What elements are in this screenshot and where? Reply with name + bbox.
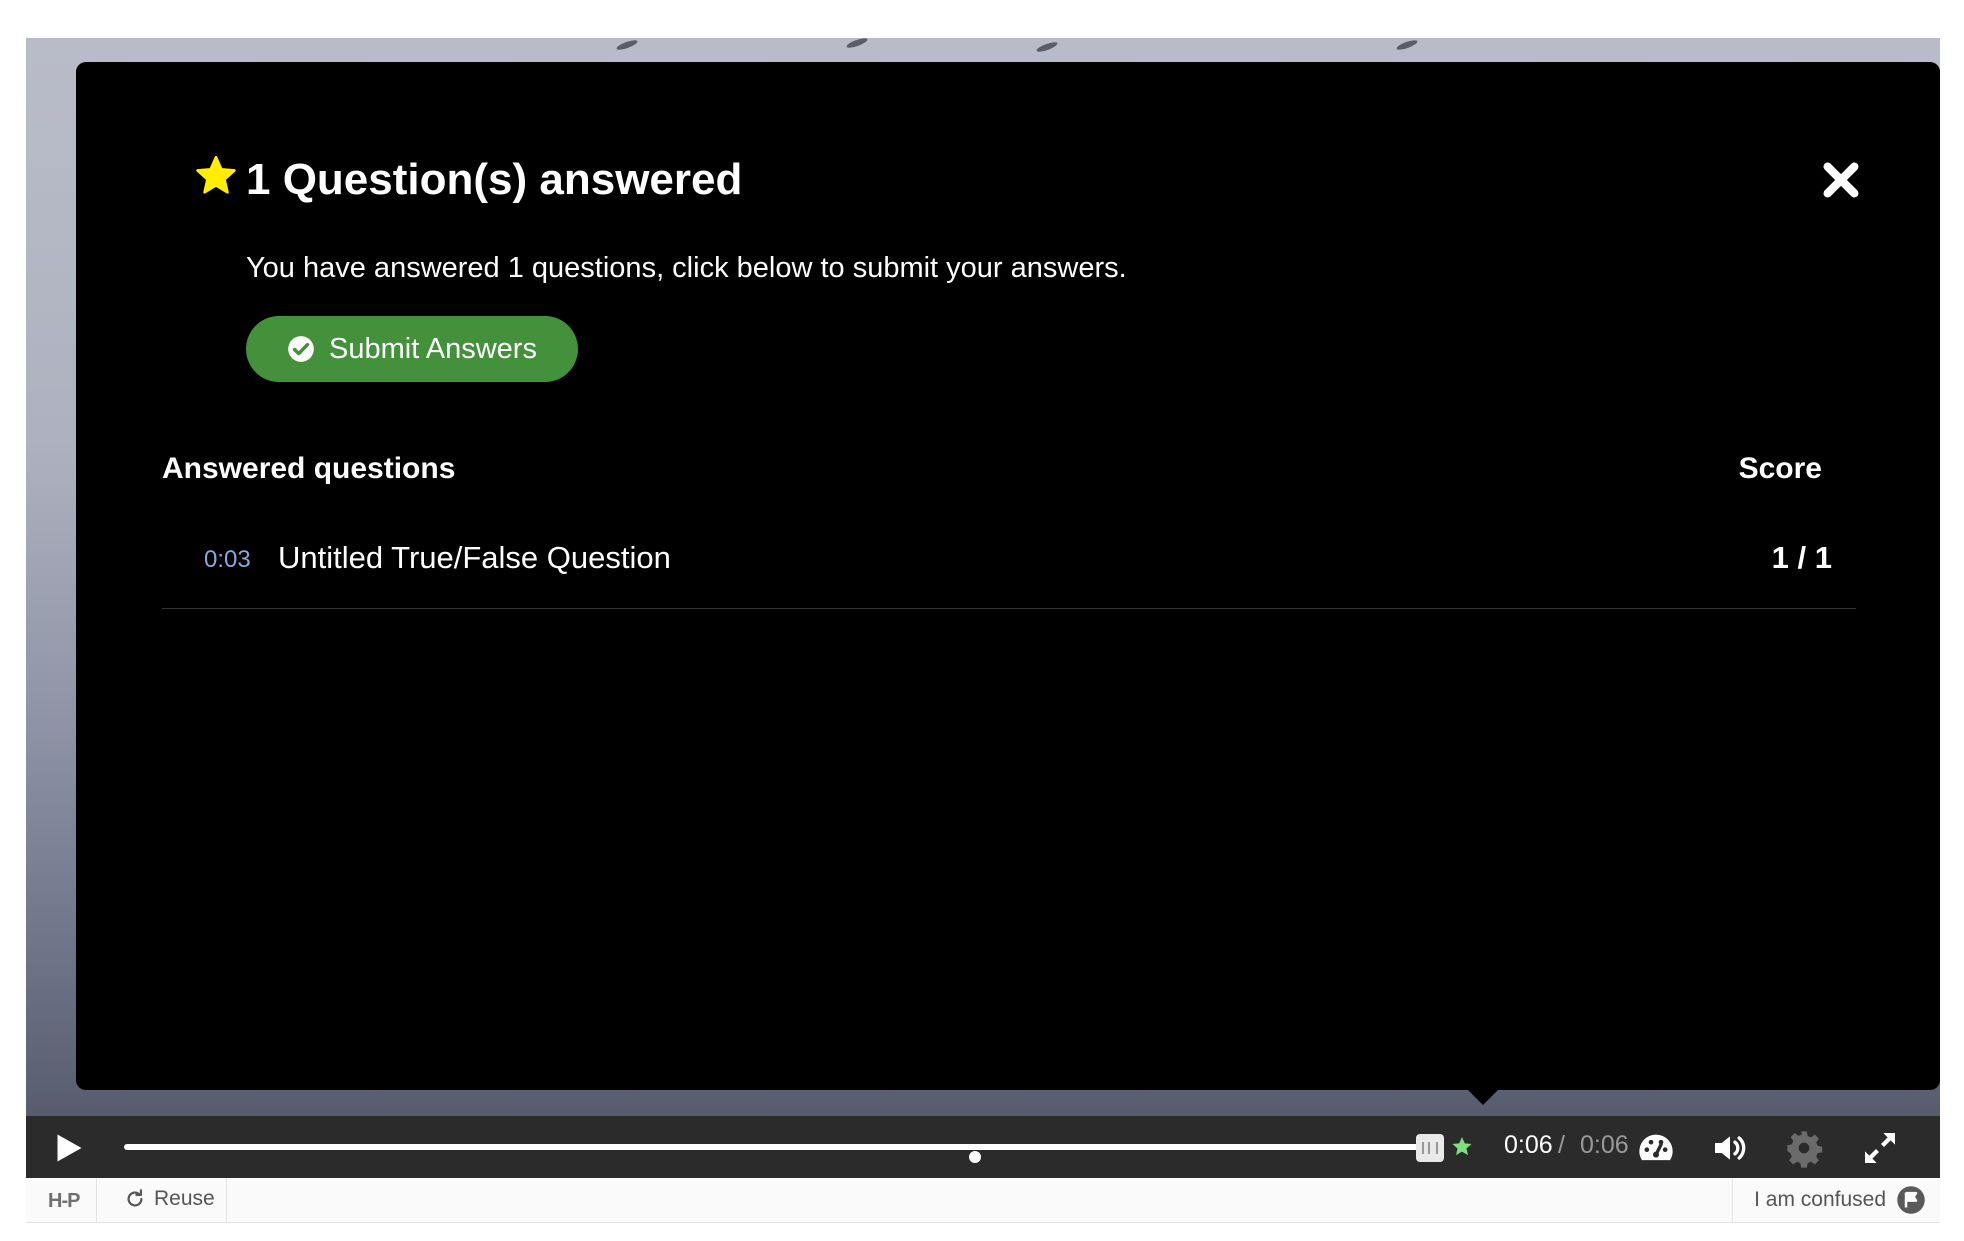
table-row: 0:03 Untitled True/False Question 1 / 1	[162, 522, 1856, 609]
background-bird	[845, 38, 869, 50]
end-summary-star-icon[interactable]	[1446, 1131, 1478, 1163]
flag-icon	[1897, 1186, 1925, 1214]
volume-icon[interactable]	[1710, 1128, 1750, 1168]
footer-divider	[226, 1178, 227, 1222]
grip-icon	[1422, 1142, 1438, 1154]
time-separator: /	[1558, 1131, 1565, 1159]
submit-answers-button[interactable]: Submit Answers	[246, 316, 578, 382]
check-circle-icon	[288, 336, 314, 362]
h5p-footer: H-P Reuse I am confused	[26, 1178, 1940, 1223]
footer-divider	[96, 1178, 97, 1222]
gear-icon[interactable]	[1784, 1128, 1824, 1168]
i-am-confused-button[interactable]: I am confused	[1754, 1185, 1926, 1215]
question-title: Untitled True/False Question	[278, 540, 671, 575]
close-icon[interactable]	[1821, 160, 1861, 200]
score-header: Score	[1738, 452, 1822, 485]
reuse-button[interactable]: Reuse	[124, 1187, 215, 1211]
h5p-logo: H-P	[48, 1190, 80, 1212]
answered-questions-header: Answered questions	[162, 452, 456, 485]
i-am-confused-label: I am confused	[1754, 1188, 1886, 1211]
question-timestamp-link[interactable]: 0:03	[204, 546, 251, 574]
background-bird	[1395, 38, 1419, 52]
seek-bar[interactable]	[124, 1144, 1424, 1163]
popup-title: 1 Question(s) answered	[246, 155, 743, 204]
background-bird	[615, 38, 639, 52]
reuse-label: Reuse	[154, 1187, 215, 1210]
duration-time: 0:06	[1580, 1131, 1629, 1159]
popup-pointer-arrow	[1466, 1088, 1500, 1105]
fullscreen-icon[interactable]	[1860, 1128, 1900, 1168]
question-score: 1 / 1	[1771, 540, 1832, 575]
star-icon	[196, 155, 236, 194]
interactive-summary-popup: 1 Question(s) answered You have answered…	[76, 62, 1940, 1090]
seek-handle[interactable]	[1416, 1134, 1444, 1162]
current-time: 0:06	[1504, 1131, 1553, 1159]
submit-answers-label: Submit Answers	[329, 332, 537, 365]
play-icon[interactable]	[50, 1130, 86, 1166]
video-controls-bar: 0:06 / 0:06	[26, 1116, 1940, 1178]
popup-description: You have answered 1 questions, click bel…	[246, 252, 1127, 284]
footer-divider	[1732, 1178, 1733, 1222]
background-bird	[1035, 40, 1059, 54]
refresh-icon	[127, 1189, 143, 1207]
video-stage: 1 Question(s) answered You have answered…	[26, 38, 1940, 1178]
speedometer-icon[interactable]	[1636, 1128, 1676, 1168]
bookmark-marker[interactable]	[969, 1151, 981, 1163]
